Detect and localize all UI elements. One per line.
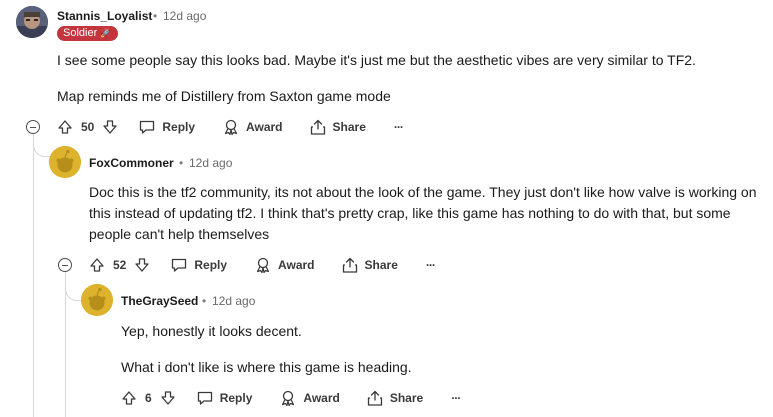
share-label: Share (364, 258, 398, 272)
share-button[interactable]: Share (366, 390, 423, 406)
user-photo-icon (16, 6, 48, 38)
avatar[interactable] (49, 146, 81, 178)
rocket-launcher-icon: 🚀 (100, 28, 112, 38)
comment-paragraph: What i don't like is where this game is … (121, 359, 412, 375)
downvote-button[interactable] (102, 119, 118, 135)
reply-button[interactable]: Reply (196, 390, 253, 406)
more-options-button[interactable]: ··· (425, 258, 436, 272)
timestamp[interactable]: 12d ago (163, 9, 206, 23)
share-button[interactable]: Share (309, 119, 366, 135)
award-ribbon-icon (282, 390, 295, 406)
reply-label: Reply (162, 120, 196, 134)
more-options-button[interactable]: ··· (393, 120, 404, 134)
meta-separator: • (202, 294, 207, 308)
vote-count: 50 (81, 120, 95, 134)
award-button[interactable]: Award (254, 257, 315, 273)
share-label: Share (389, 391, 424, 405)
upvote-button[interactable] (121, 390, 137, 406)
downvote-arrow-icon (135, 258, 150, 272)
share-label: Share (332, 120, 366, 134)
meta-separator: • (153, 9, 158, 23)
reply-bubble-icon (197, 391, 212, 405)
avatar[interactable] (81, 284, 113, 316)
reply-bubble-icon (172, 258, 187, 272)
comment-paragraph: I see some people say this looks bad. Ma… (57, 52, 696, 68)
award-label: Award (278, 258, 315, 272)
vote-count: 6 (145, 391, 152, 405)
upvote-arrow-icon (58, 120, 72, 134)
upvote-button[interactable] (89, 257, 105, 273)
reply-button[interactable]: Reply (138, 119, 195, 135)
comment-actions: 52 Reply Award Share ··· (89, 254, 436, 276)
award-label: Award (246, 120, 283, 134)
share-icon (342, 257, 357, 273)
comment-actions: 6 Reply Award Share ··· (121, 387, 461, 409)
avatar[interactable] (16, 6, 48, 38)
comment-actions: 50 Reply Award Share ··· (57, 116, 404, 138)
thread-connector-level-1 (33, 138, 52, 157)
snoo-avatar-icon (81, 284, 113, 316)
comment-paragraph: Yep, honestly it looks decent. (121, 323, 302, 339)
downvote-arrow-icon (161, 391, 175, 405)
award-label: Award (303, 391, 340, 405)
collapse-thread-button[interactable] (58, 258, 72, 272)
timestamp[interactable]: 12d ago (189, 156, 232, 170)
award-ribbon-icon (256, 257, 270, 273)
thread-rail-level-0 (33, 133, 34, 417)
reply-label: Reply (194, 258, 228, 272)
vote-count: 52 (113, 258, 127, 272)
downvote-arrow-icon (103, 120, 118, 134)
more-options-button[interactable]: ··· (451, 391, 461, 405)
timestamp[interactable]: 12d ago (212, 294, 255, 308)
comment-paragraph: Map reminds me of Distillery from Saxton… (57, 88, 391, 104)
upvote-button[interactable] (57, 119, 73, 135)
downvote-button[interactable] (160, 390, 176, 406)
award-button[interactable]: Award (222, 119, 283, 135)
more-options-icon: ··· (425, 258, 436, 272)
username[interactable]: Stannis_Loyalist (57, 9, 152, 23)
award-ribbon-icon (224, 119, 238, 135)
snoo-avatar-icon (49, 146, 81, 178)
more-options-icon: ··· (393, 120, 404, 134)
collapse-thread-button[interactable] (26, 120, 40, 134)
more-options-icon: ··· (451, 391, 461, 405)
reply-button[interactable]: Reply (170, 257, 227, 273)
reply-bubble-icon (140, 120, 155, 134)
share-icon (367, 390, 382, 406)
award-button[interactable]: Award (279, 390, 340, 406)
reply-label: Reply (219, 391, 253, 405)
share-button[interactable]: Share (341, 257, 398, 273)
user-flair-text: Soldier (63, 27, 98, 39)
share-icon (310, 119, 325, 135)
upvote-arrow-icon (122, 391, 136, 405)
meta-separator: • (179, 156, 184, 170)
downvote-button[interactable] (134, 257, 150, 273)
username[interactable]: FoxCommoner (89, 156, 174, 170)
user-flair[interactable]: Soldier 🚀 (57, 26, 118, 41)
username[interactable]: TheGraySeed (121, 294, 198, 308)
upvote-arrow-icon (90, 258, 104, 272)
comment-paragraph: Doc this is the tf2 community, its not a… (89, 184, 757, 242)
